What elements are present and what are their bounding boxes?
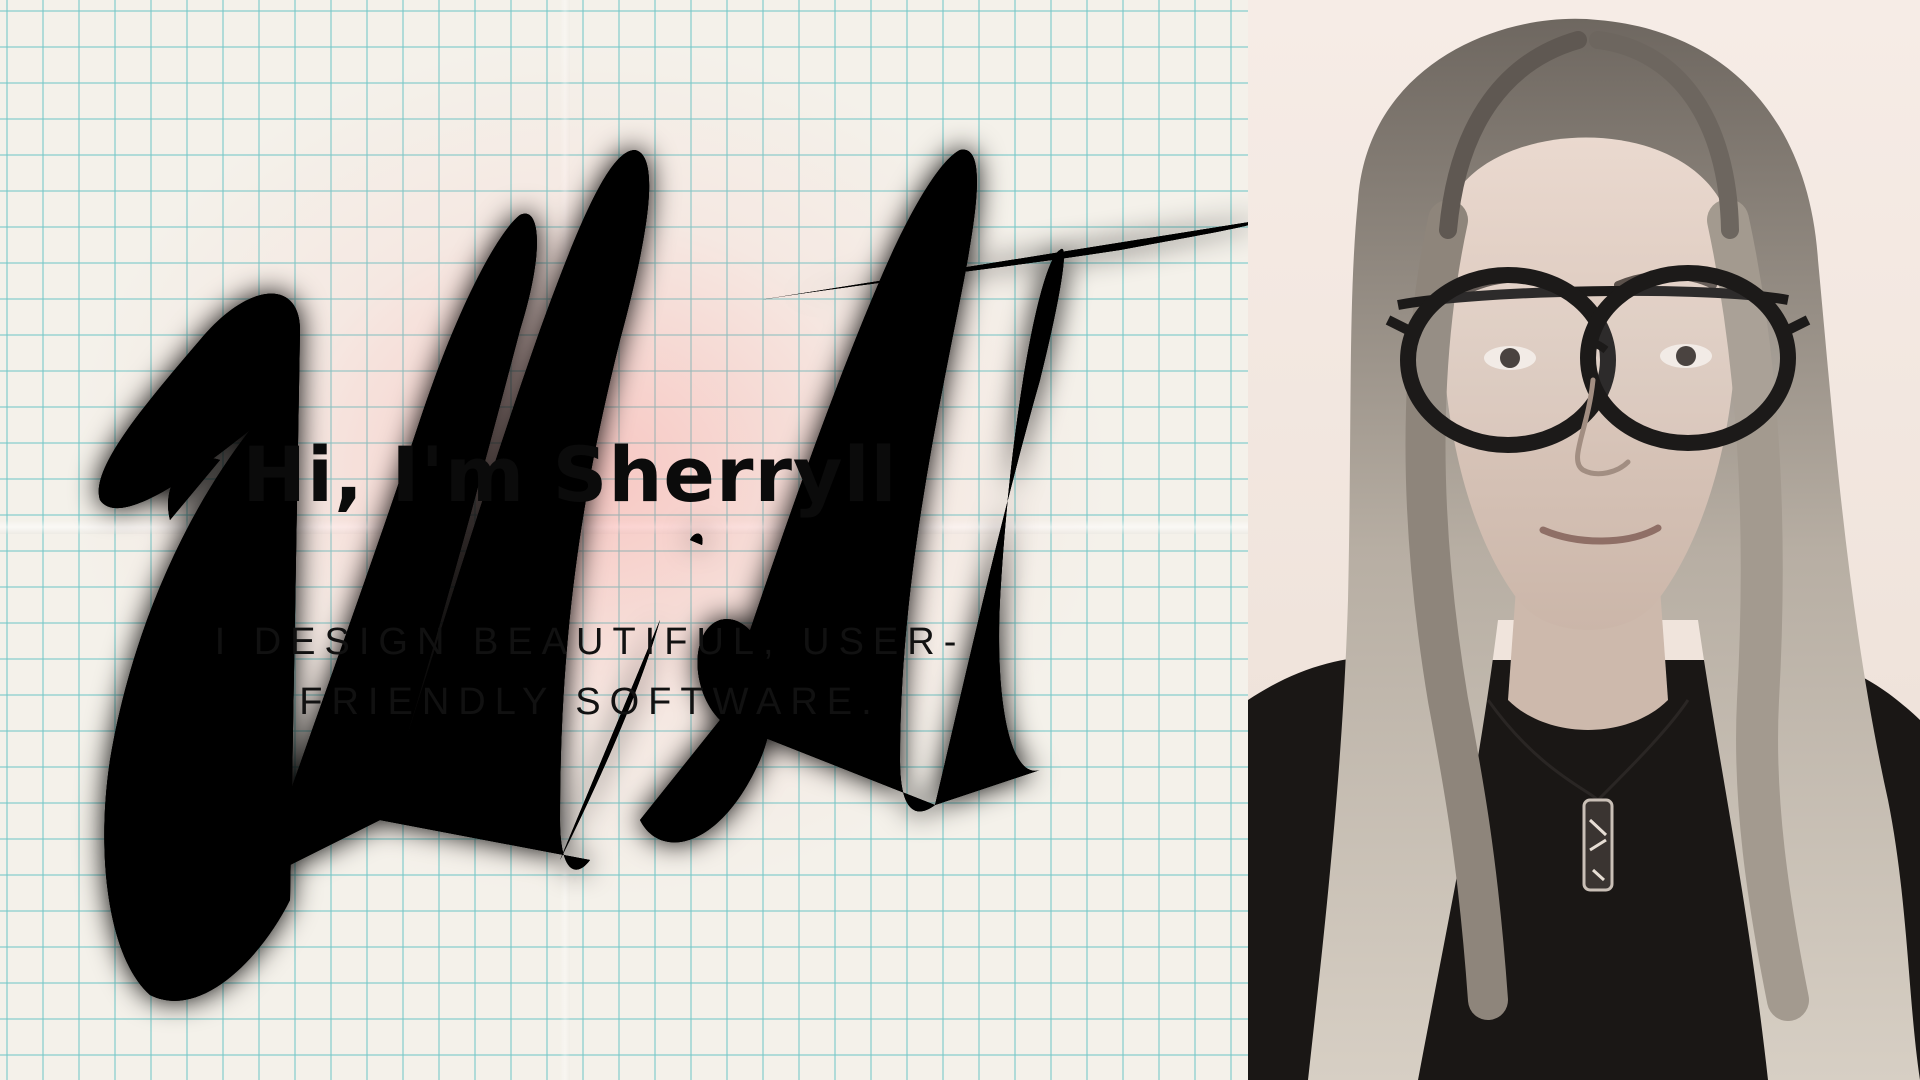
- tagline-line-1: I DESIGN BEAUTIFUL, USER-: [214, 621, 966, 663]
- portrait-photo: [1248, 0, 1920, 1080]
- tagline-line-2: FRIENDLY SOFTWARE.: [299, 681, 881, 723]
- neon-signature-icon: [98, 149, 1262, 1001]
- hero-tagline: I DESIGN BEAUTIFUL, USER- FRIENDLY SOFTW…: [190, 612, 990, 732]
- hero-banner: Hi, I'm Sherryll I DESIGN BEAUTIFUL, USE…: [0, 0, 1920, 1080]
- hero-greeting: Hi, I'm Sherryll: [242, 430, 898, 519]
- person-photo-icon: [1248, 18, 1920, 1080]
